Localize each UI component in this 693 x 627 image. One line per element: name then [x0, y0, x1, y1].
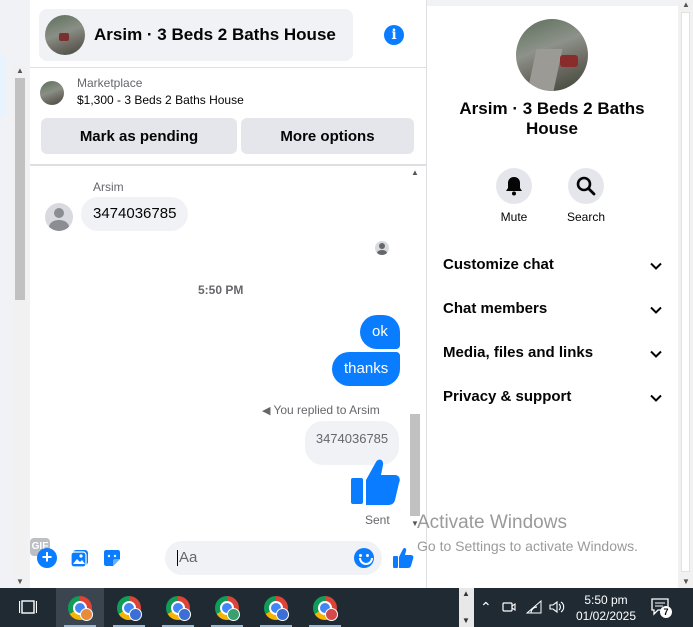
page-scrollbar[interactable]: ▲ ▼	[13, 66, 27, 588]
panel-top-border	[427, 0, 693, 6]
system-clock[interactable]: 5:50 pm 01/02/2025	[571, 592, 641, 624]
notification-center-button[interactable]: 7	[651, 598, 672, 618]
message-composer: + GIF Aa	[30, 538, 427, 580]
marketplace-label: Marketplace	[77, 76, 143, 90]
scroll-up-arrow[interactable]: ▲	[411, 168, 419, 177]
chevron-down-icon	[650, 306, 662, 314]
menu-customize-chat[interactable]: Customize chat	[443, 256, 663, 280]
scrollbar-thumb[interactable]	[15, 78, 25, 300]
incoming-message[interactable]: 3474036785	[81, 197, 189, 231]
taskbar-scroller[interactable]: ▲ ▼	[459, 588, 474, 627]
meet-now-icon[interactable]	[502, 600, 516, 614]
profile-badge	[227, 608, 240, 621]
mark-as-pending-button[interactable]: Mark as pending	[41, 118, 237, 154]
emoji-icon[interactable]	[354, 548, 374, 568]
search-button[interactable]: Search	[556, 168, 616, 224]
profile-badge	[129, 608, 142, 621]
profile-badge	[178, 608, 191, 621]
volume-icon[interactable]	[549, 600, 565, 614]
mute-button[interactable]: Mute	[484, 168, 544, 224]
marketplace-listing[interactable]: Marketplace $1,300 - 3 Beds 2 Baths Hous…	[40, 76, 244, 107]
menu-item-label: Chat members	[443, 300, 548, 317]
chevron-down-icon	[650, 262, 662, 270]
plus-icon[interactable]: +	[37, 548, 57, 568]
listing-title[interactable]: $1,300 - 3 Beds 2 Baths House	[77, 93, 244, 107]
chrome-taskbar-app[interactable]	[301, 588, 349, 627]
scroll-up-arrow[interactable]: ▲	[682, 0, 690, 9]
window-scrollbar[interactable]: ▲ ▼	[678, 0, 693, 588]
sender-avatar[interactable]	[45, 203, 73, 231]
wifi-icon[interactable]	[526, 600, 542, 614]
outgoing-message[interactable]: thanks	[332, 352, 401, 386]
notification-count-badge: 7	[660, 606, 672, 618]
reply-label: You replied to Arsim	[273, 403, 380, 417]
read-receipt-avatar	[375, 241, 389, 255]
menu-chat-members[interactable]: Chat members	[443, 300, 663, 324]
taskbar: ▲ ▼ ⌃ 5:50 pm 01/02/2025 7	[0, 588, 693, 627]
watermark-title: Activate Windows	[417, 512, 567, 533]
image-icon[interactable]	[70, 548, 90, 568]
chevron-down-icon	[650, 394, 662, 402]
menu-item-label: Customize chat	[443, 256, 554, 273]
thumbs-up-sticker[interactable]	[349, 456, 401, 508]
search-label: Search	[566, 210, 606, 224]
more-options-button[interactable]: More options	[241, 118, 414, 154]
message-status: Sent	[365, 513, 390, 527]
menu-privacy-support[interactable]: Privacy & support	[443, 388, 663, 412]
chrome-taskbar-app[interactable]	[105, 588, 153, 627]
clock-time: 5:50 pm	[584, 593, 628, 607]
reply-indicator: ◀ You replied to Arsim	[262, 403, 380, 417]
profile-badge	[325, 608, 338, 621]
details-title: Arsim · 3 Beds 2 Baths House	[459, 99, 645, 138]
chevron-down-icon	[650, 350, 662, 358]
bell-icon[interactable]	[496, 168, 532, 204]
conversation-details-panel: Arsim · 3 Beds 2 Baths House Mute Search…	[427, 0, 693, 588]
message-input[interactable]: Aa	[165, 541, 382, 575]
task-view-icon[interactable]	[19, 598, 37, 616]
scroll-down-arrow[interactable]: ▼	[682, 577, 690, 586]
scrollbar-thumb[interactable]	[681, 12, 690, 572]
divider	[30, 67, 427, 68]
clock-date: 01/02/2025	[575, 609, 637, 623]
menu-item-label: Media, files and links	[443, 344, 594, 361]
outgoing-message[interactable]: ok	[360, 315, 400, 349]
chevron-up-icon[interactable]: ▲	[462, 589, 470, 598]
message-input-placeholder: Aa	[179, 549, 198, 566]
message-timestamp: 5:50 PM	[198, 283, 244, 297]
chat-header[interactable]: Arsim · 3 Beds 2 Baths House	[39, 9, 353, 61]
menu-item-label: Privacy & support	[443, 388, 572, 405]
contact-avatar-large[interactable]	[516, 19, 588, 91]
scroll-up-arrow[interactable]: ▲	[16, 66, 24, 75]
chrome-taskbar-app[interactable]	[252, 588, 300, 627]
info-icon[interactable]: i	[384, 25, 404, 45]
profile-badge	[276, 608, 289, 621]
chevron-down-icon[interactable]: ▼	[462, 616, 470, 625]
scrollbar-thumb[interactable]	[410, 414, 420, 516]
menu-media-files-links[interactable]: Media, files and links	[443, 344, 663, 368]
contact-avatar[interactable]	[45, 15, 85, 55]
chrome-taskbar-app[interactable]	[203, 588, 251, 627]
chrome-taskbar-app[interactable]	[56, 588, 104, 627]
chat-scrollbar[interactable]: ▲ ▼	[408, 168, 422, 528]
scroll-down-arrow[interactable]: ▼	[16, 577, 24, 586]
listing-thumbnail	[40, 81, 64, 105]
nav-highlight	[0, 55, 6, 117]
mute-label: Mute	[500, 210, 528, 224]
watermark-subtitle: Go to Settings to activate Windows.	[417, 538, 638, 554]
like-icon[interactable]	[392, 547, 414, 569]
search-icon[interactable]	[568, 168, 604, 204]
show-hidden-icons-icon[interactable]: ⌃	[480, 599, 492, 616]
sticker-icon[interactable]	[102, 548, 122, 568]
reply-arrow-icon: ◀	[262, 405, 271, 417]
profile-badge	[80, 608, 93, 621]
screen: ▲ ▼ Arsim · 3 Beds 2 Baths House i Marke…	[0, 0, 693, 627]
chat-panel: Arsim · 3 Beds 2 Baths House i Marketpla…	[30, 0, 427, 588]
activate-windows-watermark: Activate Windows Go to Settings to activ…	[417, 512, 638, 554]
chat-title[interactable]: Arsim · 3 Beds 2 Baths House	[94, 25, 336, 45]
divider	[30, 164, 427, 166]
message-sender-name: Arsim	[93, 180, 124, 194]
chrome-taskbar-app[interactable]	[154, 588, 202, 627]
